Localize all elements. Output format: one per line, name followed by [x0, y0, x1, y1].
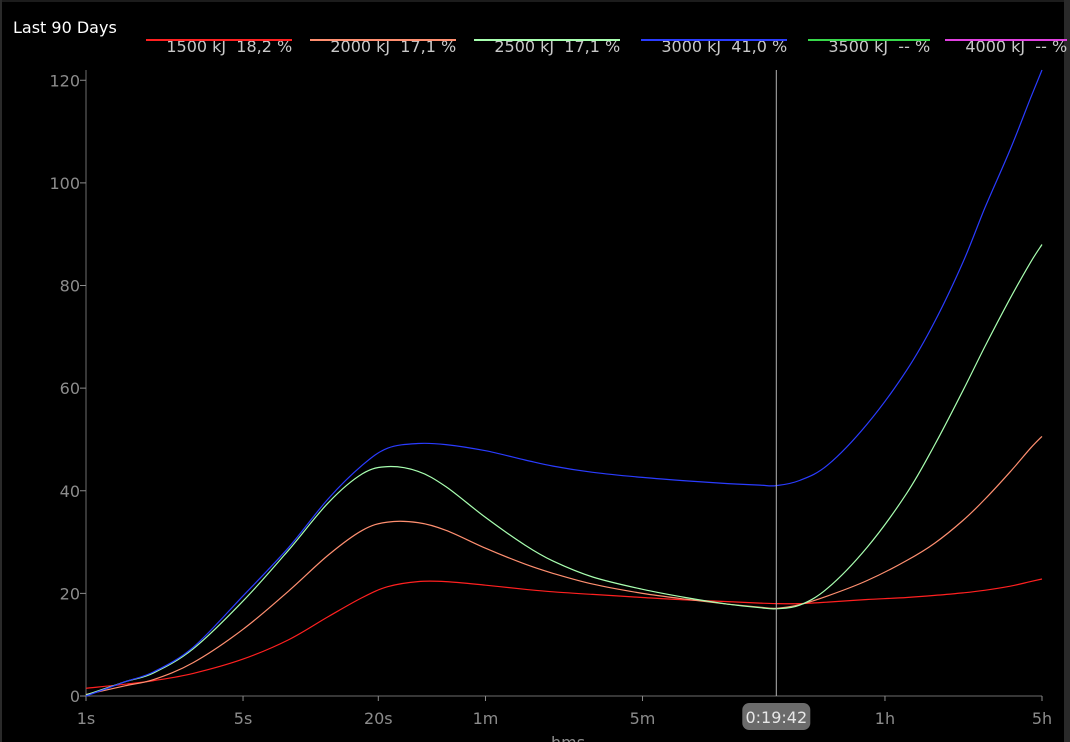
y-tick-label: 40	[60, 482, 80, 501]
legend-bar: Last 90 Days 1500 kJ 18,2 % 2000 kJ 17,1…	[0, 0, 1068, 56]
legend-item-2000kj[interactable]: 2000 kJ 17,1 %	[310, 18, 457, 94]
legend-color-underline	[945, 39, 1068, 41]
y-tick-label: 0	[70, 687, 80, 706]
series-line-1500kj	[85, 578, 1043, 689]
legend-item-4000kj[interactable]: 4000 kJ -- %	[945, 18, 1068, 94]
legend-color-underline	[641, 39, 788, 41]
power-duration-chart[interactable]: 0 20 40 60 80 100 120 1s 5s 20s 1m 5m 1h 5h hms 0:19:42	[0, 0, 1064, 742]
period-label: Last 90 Days	[13, 18, 117, 37]
x-tick-label: 1m	[473, 709, 499, 728]
y-tick-label: 80	[60, 277, 80, 296]
legend-color-underline	[808, 39, 931, 41]
legend-item-2500kj[interactable]: 2500 kJ 17,1 %	[474, 18, 621, 94]
legend-item-1500kj[interactable]: 1500 kJ 18,2 %	[146, 18, 293, 94]
series-line-2500kj	[85, 244, 1043, 696]
series-line-3000kj	[85, 69, 1043, 697]
legend-color-underline	[474, 39, 621, 41]
x-tick-label: 1s	[77, 709, 96, 728]
y-tick-label: 100	[49, 174, 80, 193]
legend-item-3500kj[interactable]: 3500 kJ -- %	[808, 18, 931, 94]
window-frame-right	[1064, 0, 1070, 742]
y-tick-label: 120	[49, 71, 80, 90]
x-tick-label: 1h	[875, 709, 895, 728]
x-tick-label: 5h	[1032, 709, 1052, 728]
legend-color-underline	[146, 39, 293, 41]
y-tick-label: 20	[60, 584, 80, 603]
x-axis-title: hms	[551, 733, 585, 742]
x-tick-label: 5m	[630, 709, 656, 728]
x-tick-label: 20s	[364, 709, 393, 728]
cursor-time-label: 0:19:42	[745, 708, 807, 727]
legend-color-underline	[310, 39, 457, 41]
legend-item-3000kj[interactable]: 3000 kJ 41,0 %	[641, 18, 788, 94]
x-tick-label: 5s	[234, 709, 253, 728]
y-tick-label: 60	[60, 379, 80, 398]
